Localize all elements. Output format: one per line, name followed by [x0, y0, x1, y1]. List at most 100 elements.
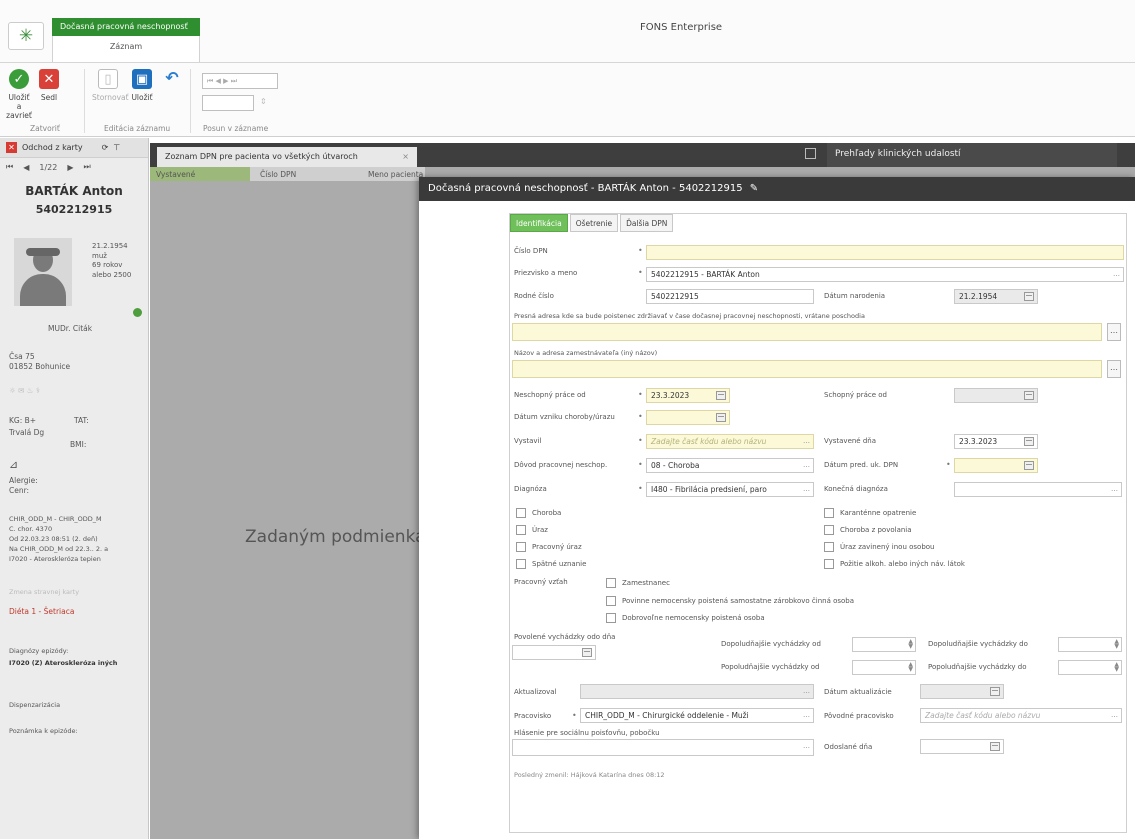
- col-name[interactable]: Meno pacienta: [368, 170, 423, 179]
- save-close-button[interactable]: ✓ Uložiť a zavrieť: [6, 69, 32, 120]
- checkbox-alcohol-drugs[interactable]: Požitie alkoh. alebo iných náv. látok: [824, 559, 965, 569]
- quick-icons[interactable]: ☼ ✉ ♨ ⚕: [9, 386, 40, 396]
- calendar-icon[interactable]: [716, 391, 726, 400]
- col-number[interactable]: Číslo DPN: [260, 170, 296, 179]
- calendar-icon[interactable]: [1024, 437, 1034, 446]
- calendar-icon[interactable]: [1024, 391, 1034, 400]
- checkbox-work-injury[interactable]: Pracovný úraz: [516, 542, 582, 552]
- chart-icon[interactable]: ⊿: [9, 459, 18, 470]
- reason-select[interactable]: 08 - Choroba …: [646, 458, 814, 473]
- close-tab-icon[interactable]: ×: [402, 152, 409, 161]
- tab-dpn-list[interactable]: Zoznam DPN pre pacienta vo všetkých útva…: [157, 147, 417, 167]
- first-record-icon[interactable]: ⏮: [6, 162, 13, 172]
- checkbox-voluntary[interactable]: Dobrovoľne nemocensky poistená osoba: [606, 613, 765, 623]
- permitted-walks-field[interactable]: [512, 645, 596, 660]
- record-nav-buttons[interactable]: ⏮ ◀ ▶ ⏭: [202, 73, 278, 89]
- last-record-icon[interactable]: ⏭: [83, 162, 90, 172]
- tab-clinical-events[interactable]: Prehľady klinických udalostí: [827, 143, 1117, 167]
- record-position-input[interactable]: [202, 95, 254, 111]
- checkbox-injury-by-other[interactable]: Úraz zavinený inou osobou: [824, 542, 935, 552]
- ellipsis-icon[interactable]: …: [1111, 485, 1118, 493]
- checkbox-self-employed[interactable]: Povinne nemocensky poistená samostatne z…: [606, 596, 854, 606]
- illness-date-field[interactable]: [646, 410, 730, 425]
- ellipsis-icon[interactable]: …: [803, 711, 810, 719]
- spinner-icon[interactable]: ▲ ▼: [908, 662, 913, 673]
- checkbox-illness[interactable]: Choroba: [516, 508, 561, 518]
- undo-icon: ↶: [165, 67, 179, 87]
- issued-by-field[interactable]: Zadajte časť kódu alebo názvu …: [646, 434, 814, 449]
- pred-date-field[interactable]: [954, 458, 1038, 473]
- check-icon: ✓: [9, 69, 29, 89]
- surname-name-field[interactable]: 5402212915 - BARTÁK Anton …: [646, 267, 1124, 282]
- undo-button[interactable]: ↶: [160, 67, 184, 91]
- unable-from-field[interactable]: 23.3.2023: [646, 388, 730, 403]
- checkbox-quarantine[interactable]: Karanténne opatrenie: [824, 508, 916, 518]
- dispensarization-link[interactable]: Dispenzarizácia: [9, 700, 60, 710]
- report-branch-select[interactable]: …: [512, 739, 814, 756]
- required-mark: •: [638, 436, 643, 445]
- employer-lookup-button[interactable]: …: [1107, 360, 1121, 378]
- tab-next-dpn[interactable]: Ďalšia DPN: [620, 214, 674, 232]
- checkbox-retro-recognition[interactable]: Spätné uznanie: [516, 559, 586, 569]
- tab-treatment[interactable]: Ošetrenie: [569, 214, 619, 232]
- afternoon-to-field[interactable]: ▲ ▼: [1058, 660, 1122, 675]
- calendar-icon[interactable]: [1024, 461, 1034, 470]
- final-diagnosis-select[interactable]: …: [954, 482, 1122, 497]
- save-button[interactable]: ▣ Uložiť: [128, 69, 156, 102]
- calendar-icon[interactable]: [990, 742, 1000, 751]
- address-lookup-button[interactable]: …: [1107, 323, 1121, 341]
- dpn-number-field[interactable]: [646, 245, 1124, 260]
- exit-icon[interactable]: ✕: [6, 142, 17, 153]
- patient-photo: [14, 238, 72, 306]
- refresh-icon[interactable]: ⟳: [102, 143, 109, 152]
- issued-on-field[interactable]: 23.3.2023: [954, 434, 1038, 449]
- address-label: Presná adresa kde sa bude poistenec zdrž…: [514, 312, 865, 320]
- birth-number-field[interactable]: 5402212915: [646, 289, 814, 304]
- prev-record-icon[interactable]: ◀: [23, 163, 29, 172]
- sent-date-field[interactable]: [920, 739, 1004, 754]
- ellipsis-icon[interactable]: …: [1111, 711, 1118, 719]
- calendar-icon[interactable]: [1024, 292, 1034, 301]
- exit-card-link[interactable]: Odchod z karty: [22, 143, 83, 152]
- sent-date-label: Odoslané dňa: [824, 743, 873, 751]
- calendar-icon[interactable]: [582, 648, 592, 657]
- tab-zaznam[interactable]: Záznam: [52, 36, 200, 62]
- morning-from-field[interactable]: ▲ ▼: [852, 637, 916, 652]
- checkbox-employee[interactable]: Zamestnanec: [606, 578, 670, 588]
- required-mark: •: [638, 484, 643, 493]
- address-field[interactable]: [512, 323, 1102, 341]
- diagnosis-select[interactable]: I480 - Fibrilácia predsiení, paro …: [646, 482, 814, 497]
- pin-icon[interactable]: ⊤: [113, 143, 120, 152]
- ellipsis-icon[interactable]: …: [803, 485, 810, 493]
- cancel-button[interactable]: ▯ Stornovať: [92, 69, 129, 102]
- spinner-icon[interactable]: ▲ ▼: [1114, 639, 1119, 650]
- checkbox-injury[interactable]: Úraz: [516, 525, 548, 535]
- app-menu-button[interactable]: ✳: [8, 22, 44, 50]
- employer-field[interactable]: [512, 360, 1102, 378]
- spinner-icon[interactable]: ▲ ▼: [908, 639, 913, 650]
- ellipsis-icon[interactable]: …: [803, 461, 810, 469]
- pager-position: 1/22: [39, 162, 58, 172]
- col-issued[interactable]: Vystavené: [150, 167, 250, 181]
- workplace-select[interactable]: CHIR_ODD_M - Chirurgické oddelenie - Muž…: [580, 708, 814, 723]
- close-button[interactable]: ✕ Sedl: [36, 69, 62, 102]
- maximize-icon[interactable]: [805, 148, 816, 159]
- next-record-icon[interactable]: ▶: [67, 163, 73, 172]
- original-workplace-select[interactable]: Zadajte časť kódu alebo názvu …: [920, 708, 1122, 723]
- diet-card-link[interactable]: Zmena stravnej karty: [9, 587, 79, 597]
- spinner-icon[interactable]: ▲ ▼: [1114, 662, 1119, 673]
- afternoon-from-field[interactable]: ▲ ▼: [852, 660, 916, 675]
- morning-to-field[interactable]: ▲ ▼: [1058, 637, 1122, 652]
- ellipsis-icon[interactable]: …: [1113, 270, 1120, 278]
- able-from-field[interactable]: [954, 388, 1038, 403]
- spinner-icon[interactable]: ⇕: [260, 97, 267, 106]
- ellipsis-icon[interactable]: …: [803, 742, 810, 750]
- ellipsis-icon[interactable]: …: [803, 437, 810, 445]
- calendar-icon[interactable]: [716, 413, 726, 422]
- morning-to-label: Dopoludňajšie vychádzky do: [928, 640, 1028, 648]
- patient-extra: alebo 2500: [92, 270, 132, 279]
- birth-date-field[interactable]: 21.2.1954: [954, 289, 1038, 304]
- checkbox-occupational-disease[interactable]: Choroba z povolania: [824, 525, 912, 535]
- required-mark: •: [638, 390, 643, 399]
- tab-identification[interactable]: Identifikácia: [510, 214, 568, 232]
